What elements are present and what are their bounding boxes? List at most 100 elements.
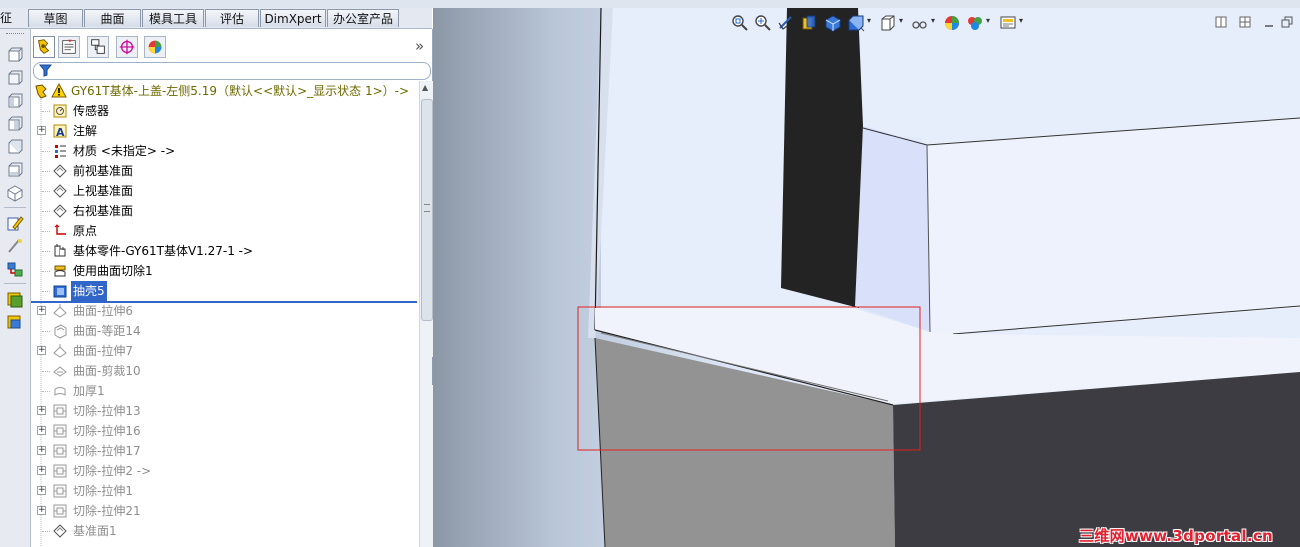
expand-toggle-icon[interactable]: +	[37, 486, 46, 495]
section-view-icon[interactable]	[800, 14, 818, 32]
tree-item-label: 材质 <未指定> ->	[73, 144, 176, 158]
view-left-icon[interactable]	[6, 92, 24, 110]
model-render	[577, 8, 1300, 547]
surface-offset-icon	[54, 324, 67, 339]
surface-trim-icon	[53, 366, 67, 377]
tree-scrollbar[interactable]: ▲	[419, 81, 433, 547]
graphics-viewport[interactable]: ▾ ▾ ▾ ▾ ▾ 三维网www.3dportal.cn	[433, 8, 1300, 547]
dimxpertmanager-tab-icon[interactable]	[116, 36, 138, 58]
previous-view-icon[interactable]	[777, 14, 795, 32]
view-orientation-icon[interactable]	[824, 14, 842, 32]
view-right-icon[interactable]	[6, 115, 24, 133]
tab-features[interactable]: 征	[0, 9, 26, 27]
tree-item[interactable]: 抽壳5	[31, 281, 419, 301]
appearance-sphere-icon[interactable]	[943, 14, 961, 32]
tree-item[interactable]: 传感器	[31, 101, 419, 121]
tree-root-part[interactable]: GY61T基体-上盖-左侧5.19（默认<<默认>_显示状态 1>）->	[31, 81, 419, 101]
displaymanager-tab-icon[interactable]	[144, 36, 166, 58]
restore-icon[interactable]	[1281, 16, 1293, 28]
scroll-up-arrow-icon[interactable]: ▲	[422, 83, 428, 92]
tree-item[interactable]: 加厚1	[31, 381, 419, 401]
view-front-icon[interactable]	[6, 46, 24, 64]
view-bottom-icon[interactable]	[6, 161, 24, 179]
tree-item[interactable]: 前视基准面	[31, 161, 419, 181]
chevron-down-icon[interactable]: ▾	[931, 16, 935, 25]
plane-icon	[53, 524, 67, 538]
tree-item[interactable]: 原点	[31, 221, 419, 241]
panel-tabs: »	[31, 35, 432, 59]
expand-toggle-icon[interactable]: +	[37, 446, 46, 455]
expand-toggle-icon[interactable]: +	[37, 426, 46, 435]
tab-sketch[interactable]: 草图	[28, 9, 83, 27]
plane-icon	[53, 184, 67, 198]
expand-toggle-icon[interactable]: +	[37, 346, 46, 355]
tree-item[interactable]: 曲面-剪裁10	[31, 361, 419, 381]
mold-core-icon[interactable]	[6, 314, 24, 332]
propertymanager-tab-icon[interactable]	[58, 36, 80, 58]
tree-item[interactable]: + 切除-拉伸21	[31, 501, 419, 521]
chevron-down-icon[interactable]: ▾	[899, 16, 903, 25]
tree-item[interactable]: + 切除-拉伸16	[31, 421, 419, 441]
tab-mold-tools[interactable]: 模具工具	[142, 9, 204, 27]
viewport-layout-icon[interactable]	[1215, 16, 1227, 28]
scene-icon[interactable]	[966, 14, 984, 32]
tab-office-products[interactable]: 办公室产品	[327, 9, 399, 27]
chevron-down-icon[interactable]: ▾	[986, 16, 990, 25]
tree-item[interactable]: + 切除-拉伸17	[31, 441, 419, 461]
tree-connector	[42, 191, 50, 192]
tree-item[interactable]: 曲面-等距14	[31, 321, 419, 341]
sketch-pencil-icon[interactable]	[6, 214, 24, 232]
tree-item[interactable]: 基准面1	[31, 521, 419, 541]
expand-toggle-icon[interactable]: +	[37, 126, 46, 135]
panel-collapse-button[interactable]: »	[415, 37, 424, 55]
scroll-thumb[interactable]	[421, 99, 433, 321]
expand-toggle-icon[interactable]: +	[37, 466, 46, 475]
view-back-icon[interactable]	[6, 69, 24, 87]
smart-dimension-icon[interactable]	[6, 237, 24, 255]
shell-icon	[53, 285, 67, 298]
tree-item[interactable]: 材质 <未指定> ->	[31, 141, 419, 161]
tab-evaluate[interactable]: 评估	[205, 9, 259, 27]
tree-item-label: 曲面-拉伸7	[73, 344, 133, 358]
plane-icon	[53, 204, 67, 218]
tree-item[interactable]: + 切除-拉伸13	[31, 401, 419, 421]
expand-toggle-icon[interactable]: +	[37, 406, 46, 415]
featuremanager-tab-icon[interactable]	[33, 36, 55, 58]
tab-dimxpert[interactable]: DimXpert	[260, 9, 326, 27]
edit-appearance-icon[interactable]	[911, 14, 929, 32]
hide-show-items-icon[interactable]	[879, 14, 897, 32]
tree-connector	[42, 211, 50, 212]
minimize-icon[interactable]	[1263, 16, 1275, 28]
tree-item[interactable]: + 曲面-拉伸7	[31, 341, 419, 361]
tree-item[interactable]: + 切除-拉伸2 ->	[31, 461, 419, 481]
tree-item[interactable]: 使用曲面切除1	[31, 261, 419, 281]
configurationmanager-tab-icon[interactable]	[87, 36, 109, 58]
plane-icon	[53, 164, 67, 178]
view-top-icon[interactable]	[6, 138, 24, 156]
watermark-text: 三维网www.3dportal.cn	[1079, 527, 1274, 545]
tree-item[interactable]: 右视基准面	[31, 201, 419, 221]
tree-item[interactable]: 上视基准面	[31, 181, 419, 201]
view-isometric-icon[interactable]	[6, 184, 24, 202]
tree-connector	[42, 331, 50, 332]
zoom-area-icon[interactable]	[754, 14, 772, 32]
zoom-to-fit-icon[interactable]	[731, 14, 749, 32]
tab-surfaces[interactable]: 曲面	[84, 9, 141, 27]
expand-toggle-icon[interactable]: +	[37, 506, 46, 515]
chevron-down-icon[interactable]: ▾	[1019, 16, 1023, 25]
view-settings-icon[interactable]	[999, 14, 1017, 32]
tree-item[interactable]: + 切除-拉伸1	[31, 481, 419, 501]
chevron-down-icon[interactable]: ▾	[867, 16, 871, 25]
mold-tool-icon[interactable]	[6, 291, 24, 309]
tree-item[interactable]: + 曲面-拉伸6	[31, 301, 419, 321]
display-style-icon[interactable]	[847, 14, 865, 32]
tree-filter-input[interactable]	[33, 62, 431, 80]
viewport-split-icon[interactable]	[1239, 16, 1251, 28]
model-raised-face	[927, 118, 1300, 334]
tree-item[interactable]: + A 注解	[31, 121, 419, 141]
tree-connector	[42, 151, 50, 152]
relations-icon[interactable]	[6, 260, 24, 278]
toolbar-grip[interactable]	[6, 33, 24, 36]
expand-toggle-icon[interactable]: +	[37, 306, 46, 315]
tree-item[interactable]: 基体零件-GY61T基体V1.27-1 ->	[31, 241, 419, 261]
